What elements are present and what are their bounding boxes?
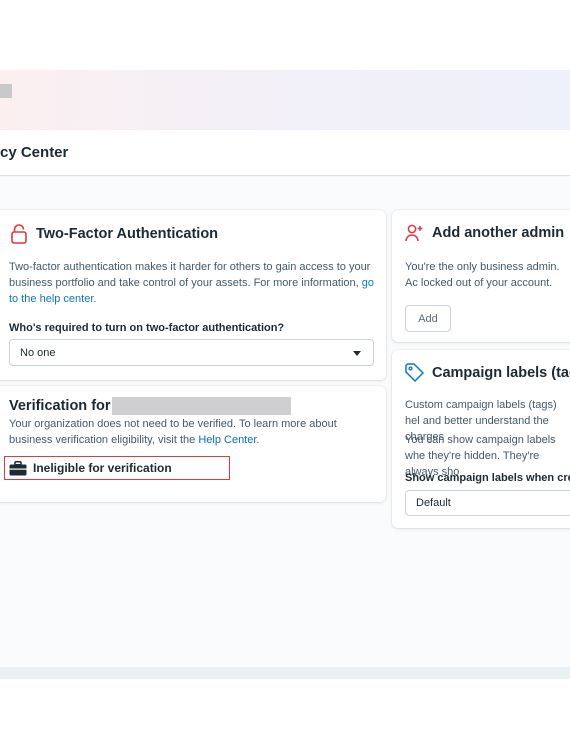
campaign-labels-title: Campaign labels (tags <box>432 364 570 381</box>
verification-help-center-link[interactable]: Help Center <box>198 434 256 446</box>
add-admin-header: Add another admin <box>405 224 564 242</box>
campaign-labels-select[interactable]: Default <box>405 490 570 516</box>
briefcase-icon <box>9 460 27 476</box>
verification-header: Verification for <box>9 398 111 414</box>
verification-description: Your organization does not need to be ve… <box>9 418 337 446</box>
verification-status: Ineligible for verification <box>4 456 230 480</box>
footer-band <box>0 667 570 679</box>
verification-title: Verification for <box>9 398 111 414</box>
campaign-labels-select-value: Default <box>416 497 451 509</box>
tag-icon <box>405 363 424 382</box>
header-banner <box>0 70 570 130</box>
add-admin-description: You're the only business admin. Ac locke… <box>405 261 560 289</box>
campaign-labels-header: Campaign labels (tags <box>405 363 570 382</box>
page-title: cy Center <box>0 144 69 161</box>
redacted-logo <box>0 84 12 98</box>
caret-down-icon <box>353 351 361 356</box>
page-header: cy Center <box>0 130 570 176</box>
add-admin-button[interactable]: Add <box>405 305 451 332</box>
two-factor-description: Two-factor authentication makes it harde… <box>9 261 375 305</box>
two-factor-required-value: No one <box>20 346 56 359</box>
add-admin-title: Add another admin <box>432 225 565 241</box>
two-factor-header: Two-Factor Authentication <box>10 224 218 244</box>
redacted-business-name <box>112 397 291 415</box>
person-add-icon <box>405 224 424 242</box>
campaign-labels-setting-label: Show campaign labels when crea <box>405 472 570 484</box>
lock-icon <box>10 224 28 244</box>
verification-status-label: Ineligible for verification <box>33 461 172 475</box>
two-factor-title: Two-Factor Authentication <box>36 226 219 242</box>
two-factor-required-select[interactable]: No one <box>9 339 374 366</box>
required-label: Who's required to turn on two-factor aut… <box>9 322 285 334</box>
